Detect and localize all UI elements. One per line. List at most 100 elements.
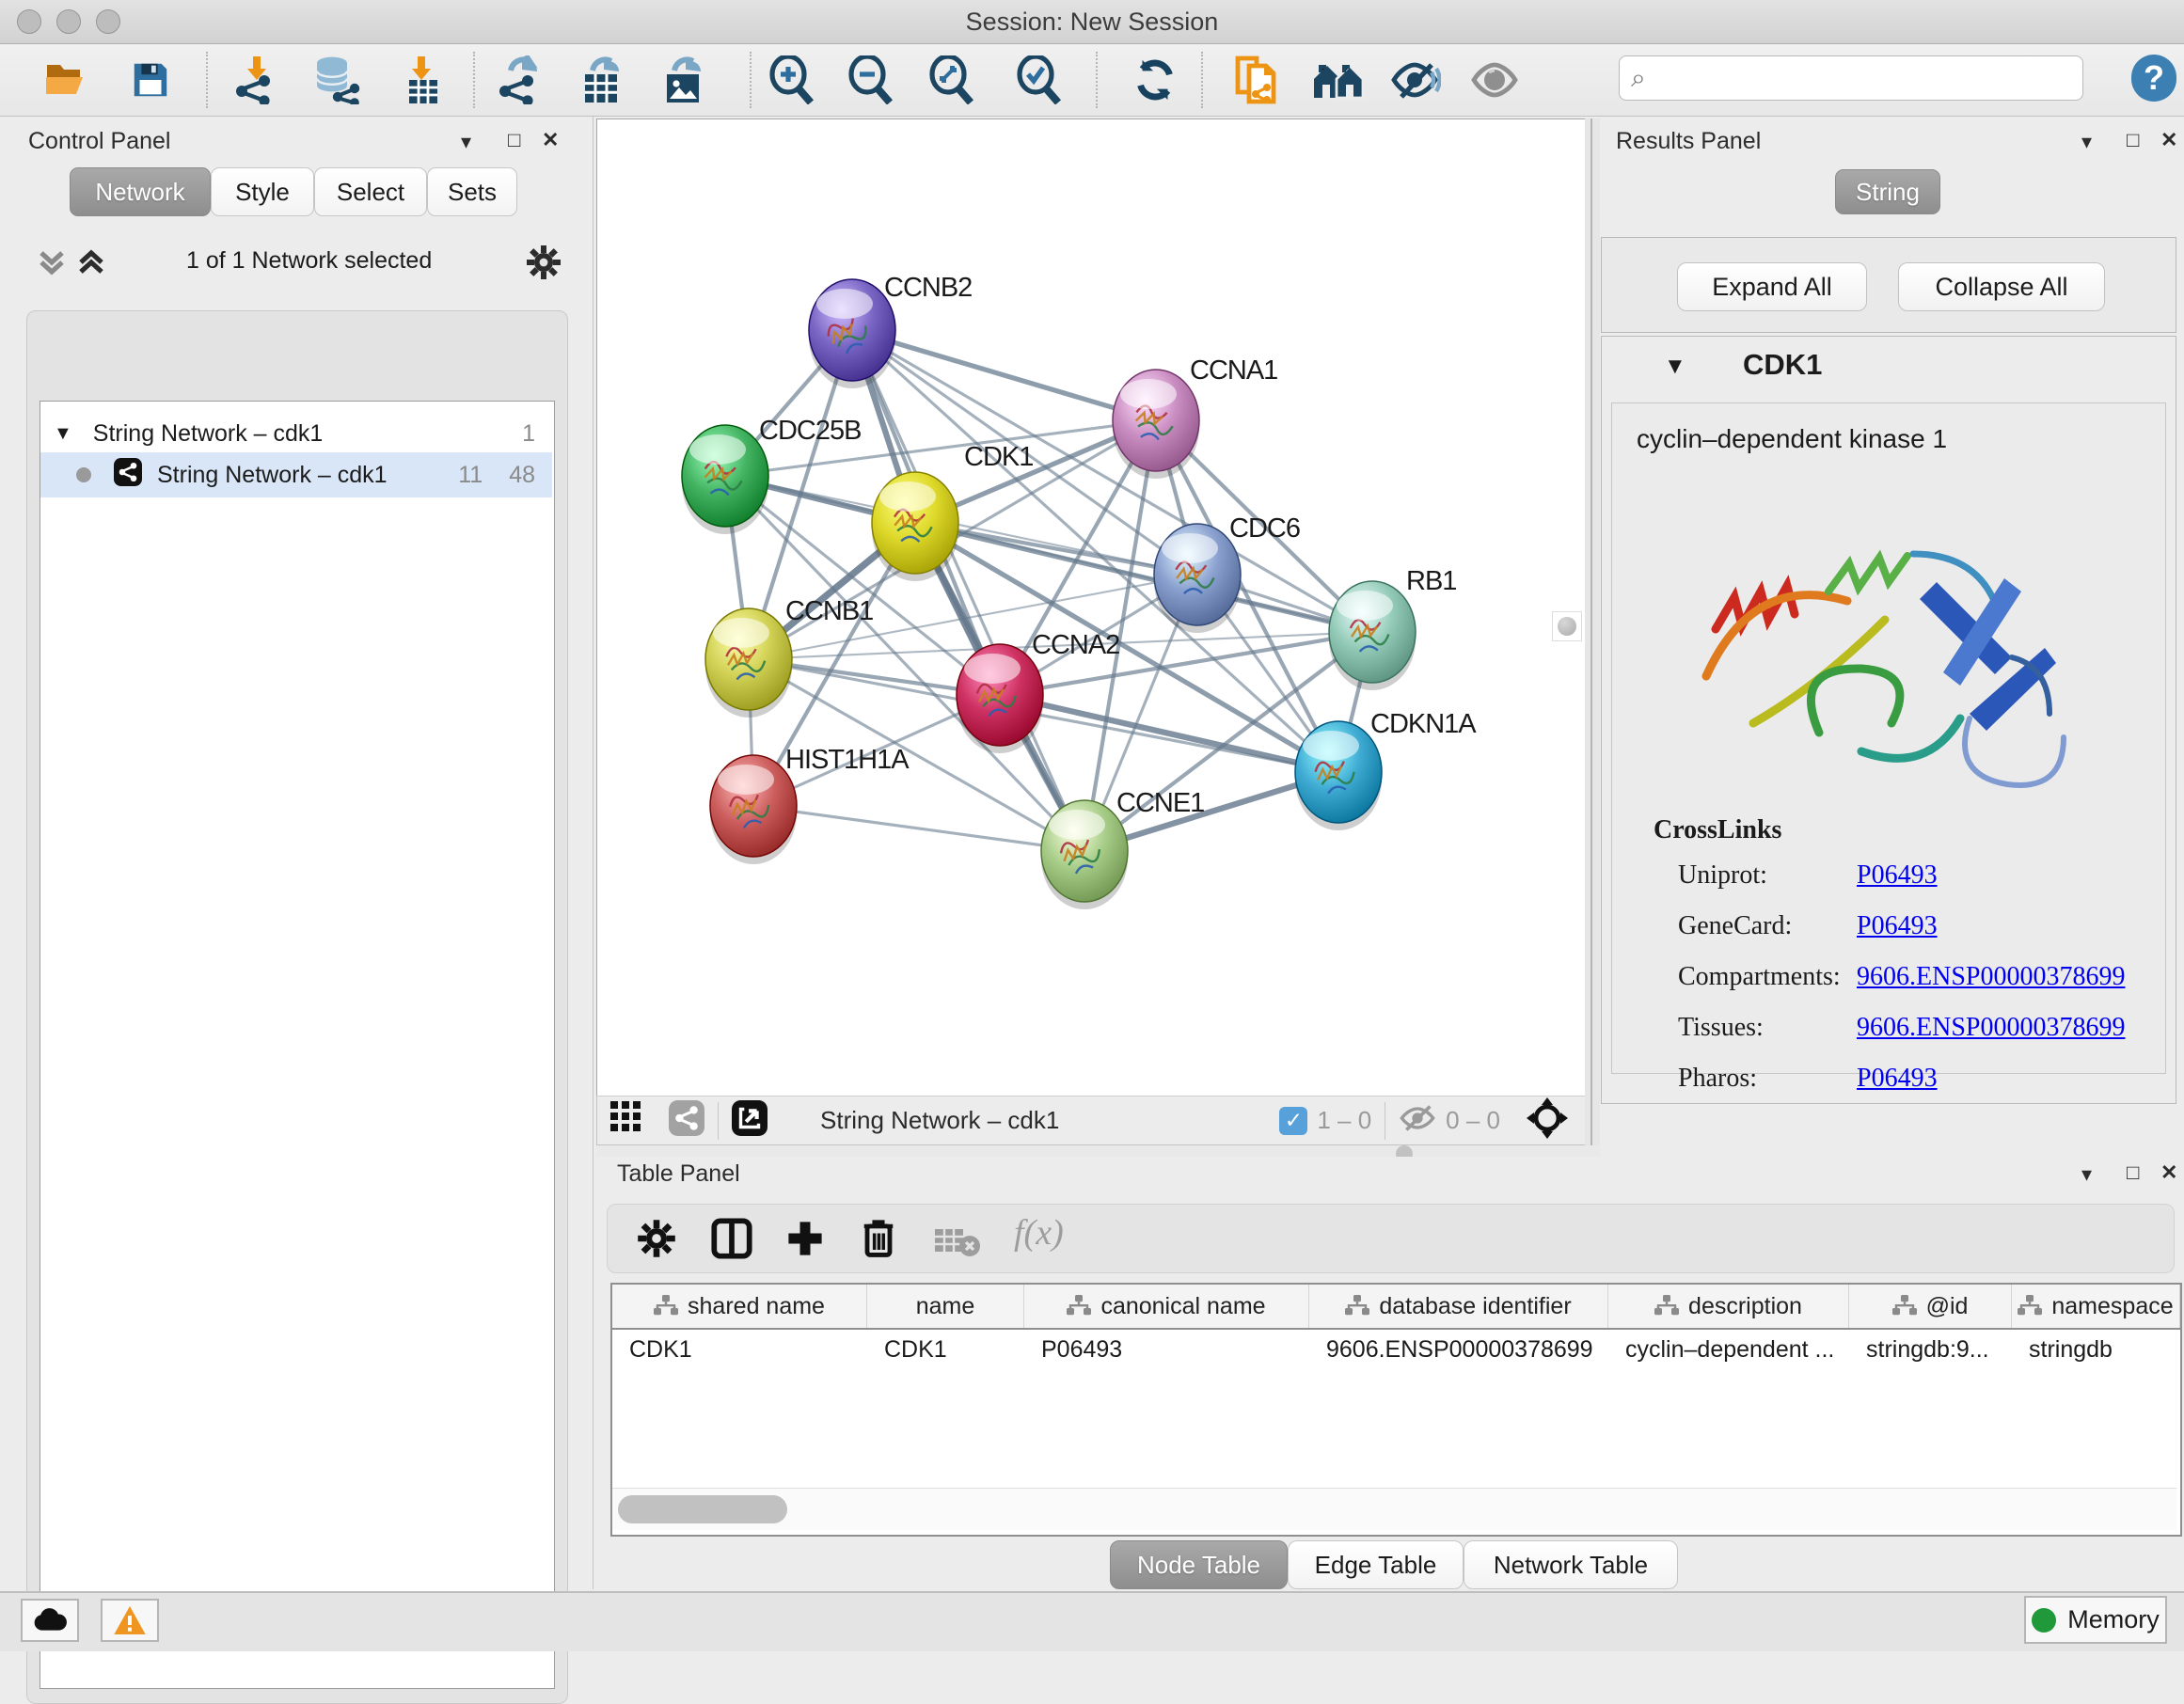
- refresh-icon[interactable]: [1129, 53, 1181, 107]
- column-header-description[interactable]: description: [1608, 1285, 1849, 1328]
- network-node-CCNE1[interactable]: CCNE1: [1041, 788, 1204, 909]
- disclosure-triangle-icon[interactable]: ▼: [54, 423, 72, 445]
- network-node-CCNA2[interactable]: CCNA2: [957, 630, 1119, 753]
- export-table-icon[interactable]: [576, 53, 628, 107]
- vertical-splitter[interactable]: [1585, 118, 1600, 1145]
- memory-button[interactable]: Memory: [2024, 1596, 2167, 1644]
- network-edge[interactable]: [852, 330, 1156, 420]
- maximize-panel-icon[interactable]: □: [2127, 1162, 2139, 1183]
- table-cell[interactable]: stringdb: [2012, 1330, 2180, 1369]
- tab-select[interactable]: Select: [314, 167, 427, 216]
- add-column-icon[interactable]: [784, 1218, 826, 1264]
- network-node-CDKN1A[interactable]: CDKN1A: [1295, 709, 1477, 830]
- delete-column-trash-icon[interactable]: [858, 1216, 899, 1266]
- table-horizontal-scrollbar[interactable]: [612, 1488, 2176, 1530]
- splitter-handle[interactable]: [1552, 611, 1582, 641]
- close-panel-icon[interactable]: ✕: [542, 130, 559, 150]
- crosslink-link[interactable]: 9606.ENSP00000378699: [1857, 962, 2125, 991]
- zoom-in-icon[interactable]: [766, 53, 818, 107]
- float-panel-icon[interactable]: ▾: [461, 132, 471, 152]
- cloud-status-button[interactable]: [21, 1599, 79, 1642]
- column-header-@id[interactable]: @id: [1849, 1285, 2012, 1328]
- hidden-items-eye-icon[interactable]: [1399, 1103, 1436, 1138]
- close-panel-icon[interactable]: ✕: [2160, 1162, 2177, 1183]
- export-image-icon[interactable]: [657, 53, 710, 107]
- import-table-icon[interactable]: [395, 53, 448, 107]
- tab-network[interactable]: Network: [70, 167, 211, 216]
- table-cell[interactable]: 9606.ENSP00000378699: [1309, 1330, 1608, 1369]
- column-header-database-identifier[interactable]: database identifier: [1309, 1285, 1608, 1328]
- zoom-selected-icon[interactable]: [1013, 53, 1066, 107]
- save-session-icon[interactable]: [124, 53, 177, 107]
- collapse-all-button[interactable]: Collapse All: [1898, 262, 2105, 311]
- node-table[interactable]: shared namenamecanonical namedatabase id…: [610, 1283, 2182, 1537]
- network-node-CDC25B[interactable]: CDC25B: [682, 416, 861, 534]
- zoom-out-icon[interactable]: [845, 53, 897, 107]
- table-cell[interactable]: CDK1: [612, 1330, 867, 1369]
- network-node-CCNB2[interactable]: CCNB2: [809, 273, 972, 388]
- crosslink-link[interactable]: 9606.ENSP00000378699: [1857, 1013, 2125, 1042]
- birds-eye-view-icon[interactable]: [610, 1101, 644, 1140]
- tab-node-table[interactable]: Node Table: [1110, 1540, 1288, 1589]
- open-in-window-icon[interactable]: [732, 1100, 768, 1141]
- network-collection-row[interactable]: ▼ String Network – cdk1 1: [40, 415, 552, 452]
- tab-sets[interactable]: Sets: [427, 167, 517, 216]
- collapse-section-icon[interactable]: ▼: [1664, 354, 1686, 380]
- collapse-all-icon[interactable]: [36, 245, 68, 284]
- column-header-name[interactable]: name: [867, 1285, 1024, 1328]
- crosslink-link[interactable]: P06493: [1857, 911, 1938, 940]
- table-row[interactable]: CDK1CDK1P064939606.ENSP00000378699cyclin…: [612, 1330, 2180, 1369]
- tab-string[interactable]: String: [1835, 169, 1940, 214]
- search-field[interactable]: ⌕: [1619, 55, 2083, 101]
- show-graphics-icon[interactable]: [1469, 53, 1522, 107]
- crosslink-link[interactable]: P06493: [1857, 860, 1938, 890]
- network-graph[interactable]: CCNB2CCNA1CDC25BCDK1CDC6RB1CCNB1CCNA2CDK…: [597, 119, 1585, 1096]
- selected-items-checkbox-icon[interactable]: ✓: [1279, 1107, 1307, 1135]
- expand-all-icon[interactable]: [75, 245, 107, 284]
- network-node-RB1[interactable]: RB1: [1329, 566, 1456, 690]
- delete-table-icon[interactable]: [935, 1225, 980, 1262]
- tab-network-table[interactable]: Network Table: [1464, 1540, 1678, 1589]
- network-node-CCNB1[interactable]: CCNB1: [705, 596, 873, 718]
- expand-all-button[interactable]: Expand All: [1677, 262, 1867, 311]
- hide-graphics-icon[interactable]: [1389, 53, 1442, 107]
- tab-edge-table[interactable]: Edge Table: [1288, 1540, 1464, 1589]
- zoom-fit-icon[interactable]: [926, 53, 978, 107]
- table-cell[interactable]: P06493: [1024, 1330, 1309, 1369]
- import-network-icon[interactable]: [229, 53, 282, 107]
- table-settings-gear-icon[interactable]: [636, 1218, 677, 1264]
- network-row-selected[interactable]: String Network – cdk1 11 48: [40, 452, 552, 497]
- copy-style-icon[interactable]: [1231, 53, 1284, 107]
- float-panel-icon[interactable]: ▾: [2081, 132, 2092, 152]
- column-header-namespace[interactable]: namespace: [2012, 1285, 2180, 1328]
- import-database-icon[interactable]: [309, 53, 362, 107]
- close-panel-icon[interactable]: ✕: [2160, 130, 2177, 150]
- open-file-icon[interactable]: [40, 53, 92, 107]
- maximize-panel-icon[interactable]: □: [2127, 130, 2139, 150]
- scrollbar-thumb[interactable]: [618, 1495, 787, 1523]
- warning-button[interactable]: [101, 1599, 159, 1642]
- column-header-canonical-name[interactable]: canonical name: [1024, 1285, 1309, 1328]
- export-network-icon[interactable]: [494, 53, 546, 107]
- pan-crosshair-icon[interactable]: [1527, 1097, 1568, 1144]
- maximize-panel-icon[interactable]: □: [508, 130, 520, 150]
- column-header-shared-name[interactable]: shared name: [612, 1285, 867, 1328]
- table-cell[interactable]: stringdb:9...: [1849, 1330, 2012, 1369]
- network-node-HIST1H1A[interactable]: HIST1H1A: [710, 745, 910, 864]
- search-input[interactable]: [1654, 64, 2052, 92]
- show-columns-icon[interactable]: [711, 1218, 752, 1264]
- tab-style[interactable]: Style: [211, 167, 314, 216]
- crosslink-link[interactable]: P06493: [1857, 1064, 1938, 1093]
- float-panel-icon[interactable]: ▾: [2081, 1164, 2092, 1185]
- network-overview-icon[interactable]: [669, 1100, 704, 1141]
- network-canvas[interactable]: CCNB2CCNA1CDC25BCDK1CDC6RB1CCNB1CCNA2CDK…: [596, 118, 1586, 1097]
- function-builder-icon[interactable]: f(x): [1014, 1212, 1064, 1254]
- table-cell[interactable]: cyclin–dependent ...: [1608, 1330, 1849, 1369]
- network-node-CDC6[interactable]: CDC6: [1154, 513, 1300, 633]
- show-all-networks-icon[interactable]: [1312, 53, 1365, 107]
- table-cell[interactable]: CDK1: [867, 1330, 1024, 1369]
- help-icon[interactable]: ?: [2131, 55, 2176, 102]
- network-edge[interactable]: [753, 806, 1084, 851]
- network-edge[interactable]: [1000, 695, 1338, 772]
- gear-icon[interactable]: [525, 244, 562, 286]
